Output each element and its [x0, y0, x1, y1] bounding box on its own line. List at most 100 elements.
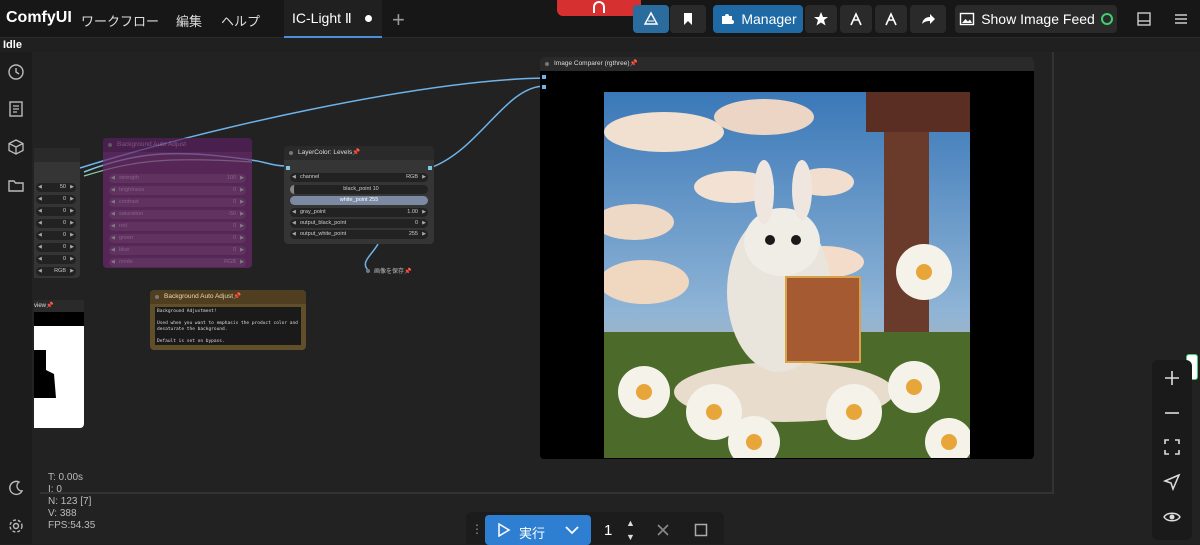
- gray-point-input[interactable]: gray_point 1.00: [290, 208, 428, 217]
- widget-strength[interactable]: strength 100: [109, 174, 246, 183]
- widget-label: strength: [119, 175, 139, 181]
- stat-i: I: 0: [48, 484, 62, 495]
- widget-value: 0: [232, 187, 236, 193]
- gray-value: 1.00: [407, 209, 418, 215]
- input-socket[interactable]: [286, 166, 290, 170]
- partial-row-value: 0: [62, 196, 66, 202]
- widget-red[interactable]: red 0: [109, 222, 246, 231]
- widget-label: brightness: [119, 187, 145, 193]
- toggle-links-eye-icon[interactable]: [1163, 508, 1181, 526]
- partial-node-title-bar: [34, 148, 80, 162]
- widget-value: -50: [228, 211, 236, 217]
- widget-value: 0: [232, 235, 236, 241]
- preview-title-text: view: [34, 303, 47, 309]
- node-title-bar: Image Comparer (rgthree)📌: [540, 57, 1034, 71]
- partial-row-0[interactable]: 50: [36, 183, 76, 192]
- pin-icon: 📌: [352, 149, 361, 156]
- run-label: 実行: [519, 526, 546, 541]
- partial-preview-node[interactable]: view📌: [34, 300, 84, 428]
- partial-row-1[interactable]: 0: [36, 195, 76, 204]
- canvas-zoom-toolbar: [1152, 360, 1192, 540]
- node-title-bar: Background Auto Adjust📌: [150, 290, 306, 304]
- out-black-label: output_black_point: [300, 220, 347, 226]
- widget-blue[interactable]: blue 0: [109, 246, 246, 255]
- background-auto-adjust-note-node[interactable]: Background Auto Adjust📌 Background Adjus…: [150, 290, 306, 350]
- widget-value: 0: [232, 199, 236, 205]
- partial-node-left[interactable]: 50 0 0 0 0 0 0 RGB: [34, 148, 80, 278]
- widget-label: contrast: [119, 199, 139, 205]
- partial-row-4[interactable]: 0: [36, 231, 76, 240]
- out-black-value: 0: [414, 220, 418, 226]
- layercolor-levels-node[interactable]: LayerColor: Levels📌 channel RGB black_poi…: [284, 146, 434, 244]
- partial-row-value: 0: [62, 256, 66, 262]
- note-title: Background Auto Adjust: [164, 293, 234, 300]
- partial-row-value: 0: [62, 220, 66, 226]
- batch-count-input[interactable]: 1: [604, 522, 612, 539]
- preview-silhouette-image: [34, 350, 56, 398]
- stop-square-icon[interactable]: [694, 523, 708, 537]
- white-point-text: white_point 255: [339, 197, 379, 203]
- widget-brightness[interactable]: brightness 0: [109, 186, 246, 195]
- white-point-slider[interactable]: white_point 255: [290, 196, 428, 205]
- cancel-x-icon[interactable]: [656, 523, 670, 537]
- widget-value: 0: [232, 223, 236, 229]
- zoom-in-icon[interactable]: [1163, 369, 1181, 387]
- partial-row-value: 50: [59, 184, 66, 190]
- partial-row-value: 0: [62, 232, 66, 238]
- black-point-slider[interactable]: black_point 10: [290, 185, 428, 194]
- widget-label: green: [119, 235, 134, 241]
- output-black-input[interactable]: output_black_point 0: [290, 219, 428, 228]
- partial-row-3[interactable]: 0: [36, 219, 76, 228]
- widget-green[interactable]: green 0: [109, 234, 246, 243]
- stat-time: T: 0.00s: [48, 472, 84, 483]
- output-white-input[interactable]: output_white_point 255: [290, 230, 428, 239]
- stat-v: V: 388: [48, 508, 77, 519]
- partial-row-6[interactable]: 0: [36, 255, 76, 264]
- output-socket[interactable]: [428, 166, 432, 170]
- widget-mode[interactable]: mode RGB: [109, 258, 246, 267]
- partial-row-2[interactable]: 0: [36, 207, 76, 216]
- drag-handle-icon[interactable]: ⋮: [471, 522, 483, 536]
- collapse-dot-icon: [366, 269, 370, 274]
- comparer-image-bunny[interactable]: [604, 92, 970, 458]
- input-socket-b[interactable]: [542, 85, 546, 89]
- stats-overlay: T: 0.00s I: 0 N: 123 [7] V: 388 FPS:54.3…: [48, 472, 95, 532]
- partial-row-7[interactable]: RGB: [36, 267, 76, 276]
- pin-icon: 📌: [46, 303, 54, 309]
- run-toolbar: ⋮ 実行 1 ▲ ▼: [466, 512, 724, 545]
- out-white-label: output_white_point: [300, 231, 347, 237]
- stat-nodes: N: 123 [7]: [48, 496, 92, 507]
- out-white-value: 255: [408, 231, 418, 237]
- gray-label: gray_point: [300, 209, 326, 215]
- note-textarea[interactable]: Background Adjustment! Used when you wan…: [155, 307, 301, 345]
- pin-icon: 📌: [404, 269, 412, 275]
- save-image-title: 画像を保存: [374, 269, 405, 275]
- select-mode-cursor-icon[interactable]: [1162, 473, 1181, 492]
- widget-value: RGB: [224, 259, 236, 265]
- save-image-collapsed-node[interactable]: 画像を保存📌: [366, 266, 428, 278]
- decrement-icon[interactable]: ▼: [626, 532, 635, 542]
- partial-row-5[interactable]: 0: [36, 243, 76, 252]
- node-title: LayerColor: Levels: [298, 149, 353, 156]
- comparer-title: Image Comparer (rgthree): [554, 60, 630, 67]
- widget-value: 100: [226, 175, 236, 181]
- input-socket-a[interactable]: [542, 75, 546, 79]
- channel-combo[interactable]: channel RGB: [290, 173, 428, 182]
- partial-row-value: RGB: [54, 268, 66, 274]
- widget-saturation[interactable]: saturation -50: [109, 210, 246, 219]
- pin-icon: 📌: [629, 60, 638, 67]
- zoom-out-icon[interactable]: [1163, 404, 1181, 422]
- run-queue-button[interactable]: 実行: [485, 515, 591, 545]
- pin-icon: 📌: [233, 293, 242, 300]
- increment-icon[interactable]: ▲: [626, 518, 635, 528]
- widget-label: mode: [119, 259, 133, 265]
- image-comparer-node[interactable]: Image Comparer (rgthree)📌: [540, 57, 1034, 459]
- fit-view-icon[interactable]: [1163, 438, 1181, 456]
- chevron-down-icon[interactable]: [565, 524, 579, 536]
- widget-contrast[interactable]: contrast 0: [109, 198, 246, 207]
- stat-fps: FPS:54.35: [48, 520, 96, 531]
- background-auto-adjust-bypassed-node[interactable]: Background Auto Adjust strength 100 brigh…: [103, 138, 252, 268]
- partial-preview-title: view📌: [34, 300, 84, 312]
- widget-label: red: [119, 223, 127, 229]
- widget-label: saturation: [119, 211, 144, 217]
